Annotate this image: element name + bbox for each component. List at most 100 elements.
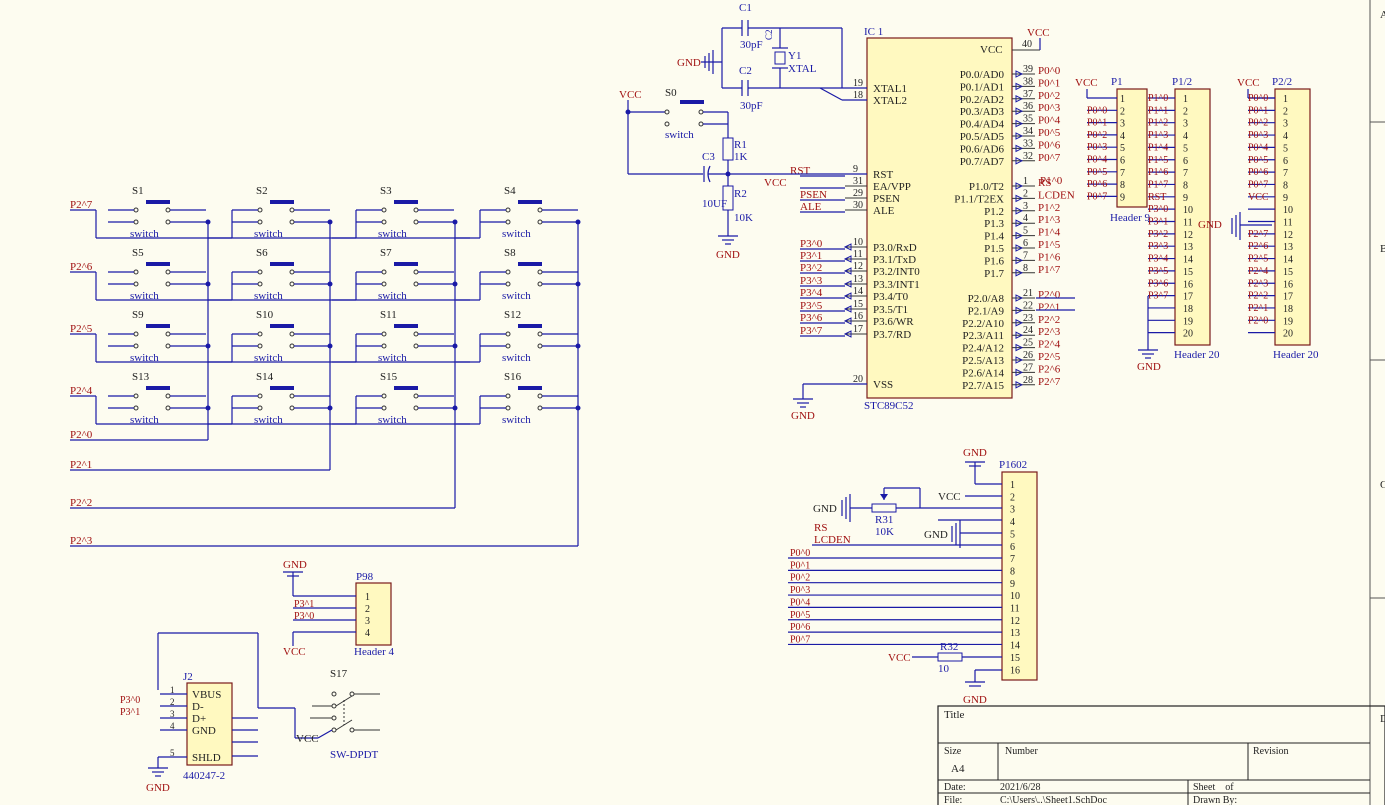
pin-number: 1 xyxy=(1283,94,1288,105)
switch-designator: S6 xyxy=(256,247,268,259)
net-label: P0^2 xyxy=(1248,118,1268,129)
mcu-ic1[interactable]: IC 1 STC89C52 VCC 40 VCC 19 XTAL118 XTAL29… xyxy=(764,26,1075,412)
mcu-pin-number: 19 xyxy=(853,78,863,89)
switch-value: switch xyxy=(502,352,531,364)
svg-text:VCC: VCC xyxy=(1075,77,1098,89)
keypad-switch[interactable]: S7switch xyxy=(332,247,458,302)
net-label: P0^2 xyxy=(1038,90,1060,102)
sheet-border: A B C D xyxy=(1369,0,1385,805)
crystal-circuit[interactable]: C1 30pF C2 30pF Y1 XTAL C2 GND xyxy=(677,2,867,112)
svg-text:VCC: VCC xyxy=(619,89,642,101)
mcu-designator: IC 1 xyxy=(864,26,883,38)
p1-overlap-label: P1^0 xyxy=(1040,175,1063,187)
svg-text:P1: P1 xyxy=(1111,76,1123,88)
usb-j2[interactable]: J2 VBUS1D-2D+3GND4SHLD5P3^0P3^1 440247-2… xyxy=(120,632,296,794)
net-label: P2^1 xyxy=(1248,303,1268,314)
keypad-switch[interactable]: S5switch xyxy=(108,247,211,302)
net-label: P2^2 xyxy=(1038,314,1060,326)
svg-text:P1602: P1602 xyxy=(999,459,1027,471)
switch-s17[interactable]: S17 VCC SW-DPDT xyxy=(295,668,380,761)
keypad-switch[interactable]: S6switch xyxy=(208,247,333,302)
mcu-pin-name: P0.0/AD0 xyxy=(960,69,1005,81)
pin-number: 8 xyxy=(1283,180,1288,191)
keypad-switch[interactable]: S1switch xyxy=(108,185,211,240)
net-label: P3^2 xyxy=(1148,229,1168,240)
svg-text:10: 10 xyxy=(938,663,950,675)
svg-text:GND: GND xyxy=(963,694,987,706)
mcu-pin-name: P1.4 xyxy=(984,231,1004,243)
pin-number: 2 xyxy=(1183,106,1188,117)
pin-number: 3 xyxy=(1283,119,1288,130)
net-label: P1^4 xyxy=(1038,227,1061,239)
net-label: P2^5 xyxy=(1248,254,1268,265)
keypad-matrix[interactable]: P2^7P2^6P2^5P2^4S1switchS2switchS3switch… xyxy=(70,185,581,547)
pin-number: 6 xyxy=(1010,542,1015,553)
keypad-switch[interactable]: S4 switch xyxy=(456,185,581,240)
mcu-part: STC89C52 xyxy=(864,400,914,412)
net-label: P3^2 xyxy=(800,262,822,274)
mcu-pin-name: P0.4/AD4 xyxy=(960,119,1005,131)
col-net-label: P2^1 xyxy=(70,459,92,471)
keypad-switch[interactable]: S2switch xyxy=(208,185,333,240)
pin-name: D- xyxy=(192,701,204,713)
net-label: RST xyxy=(790,165,810,177)
keypad-switch[interactable]: S11switch xyxy=(332,309,458,364)
keypad-switch[interactable]: S16 switch xyxy=(456,371,581,426)
net-label: P1^6 xyxy=(1148,167,1168,178)
mcu-pin-name: P3.5/T1 xyxy=(873,304,908,316)
mcu-pin-name: P3.3/INT1 xyxy=(873,279,920,291)
row-net-label: P2^7 xyxy=(70,199,93,211)
pin-number: 1 xyxy=(365,592,370,603)
header-p2-2[interactable]: P2/2 VCC 1 P0^0 2 P0^1 3 P0^2 4 P0^3 5 P0^4 6 P0^5 7… xyxy=(1237,76,1319,361)
zone-c: C xyxy=(1380,479,1385,491)
svg-text:P2/2: P2/2 xyxy=(1272,76,1292,88)
keypad-switch[interactable]: S15switch xyxy=(332,371,458,426)
mcu-pin-name: P3.6/WR xyxy=(873,316,914,328)
svg-text:Header 20: Header 20 xyxy=(1273,349,1319,361)
svg-text:Number: Number xyxy=(1005,746,1038,757)
svg-text:GND: GND xyxy=(716,249,740,261)
net-label: P0^1 xyxy=(1087,118,1107,129)
svg-text:S0: S0 xyxy=(665,87,677,99)
col-net-label: P2^2 xyxy=(70,497,92,509)
keypad-switch[interactable]: S3switch xyxy=(332,185,458,240)
net-label: P3^0 xyxy=(800,238,823,250)
pin-number: 7 xyxy=(1283,168,1288,179)
lcd-p1602[interactable]: P1602 GND 12345678910111213141516P0^0P0^… xyxy=(788,447,1038,706)
mcu-pin-name: XTAL1 xyxy=(873,83,907,95)
pin-number: 9 xyxy=(1183,193,1188,204)
mcu-pin-number: 37 xyxy=(1023,89,1033,100)
net-label: P1^4 xyxy=(1148,142,1168,153)
pin-number: 11 xyxy=(1010,604,1020,615)
header-p98[interactable]: P98 GND 1234 P3^1P3^0 VCC Header 4 xyxy=(283,559,395,658)
svg-text:GND: GND xyxy=(791,410,815,422)
net-label: P1^2 xyxy=(1038,202,1060,214)
pin-number: 16 xyxy=(1010,665,1020,676)
svg-text:30pF: 30pF xyxy=(740,100,763,112)
reset-circuit[interactable]: VCC S0 switch R1 1K C3 10UF R2 10K GND xyxy=(619,87,867,261)
net-label: P2^7 xyxy=(1038,376,1061,388)
net-label: P0^4 xyxy=(790,597,810,608)
keypad-switch[interactable]: S9switch xyxy=(108,309,211,364)
pin-number: 12 xyxy=(1283,230,1293,241)
mcu-pin-name: P2.5/A13 xyxy=(962,355,1004,367)
net-label: LCDEN xyxy=(1038,189,1075,201)
pin-number: 6 xyxy=(1283,156,1288,167)
keypad-switch[interactable]: S8 switch xyxy=(456,247,581,302)
pin-name: SHLD xyxy=(192,752,221,764)
svg-text:SW-DPDT: SW-DPDT xyxy=(330,749,379,761)
mcu-pin-number: 20 xyxy=(853,374,863,385)
header-p1[interactable]: P1 VCC 12 P0^0 3 P0^1 4 P0^2 5 P0^3 6 P0^4 7 P0^5 8 P… xyxy=(1075,76,1151,224)
keypad-switch[interactable]: S12 switch xyxy=(456,309,581,364)
svg-text:Revision: Revision xyxy=(1253,746,1289,757)
keypad-switch[interactable]: S10switch xyxy=(208,309,333,364)
net-label: P0^3 xyxy=(790,585,810,596)
mcu-pin-name: P1.6 xyxy=(984,255,1004,267)
mcu-pin-name: P2.6/A14 xyxy=(962,367,1004,379)
net-label: P0^2 xyxy=(790,573,810,584)
mcu-pin-number: 25 xyxy=(1023,338,1033,349)
keypad-switch[interactable]: S13switch xyxy=(108,371,211,426)
mcu-pin-number: 39 xyxy=(1023,64,1033,75)
pin-number: 4 xyxy=(1183,131,1188,142)
keypad-switch[interactable]: S14switch xyxy=(208,371,333,426)
